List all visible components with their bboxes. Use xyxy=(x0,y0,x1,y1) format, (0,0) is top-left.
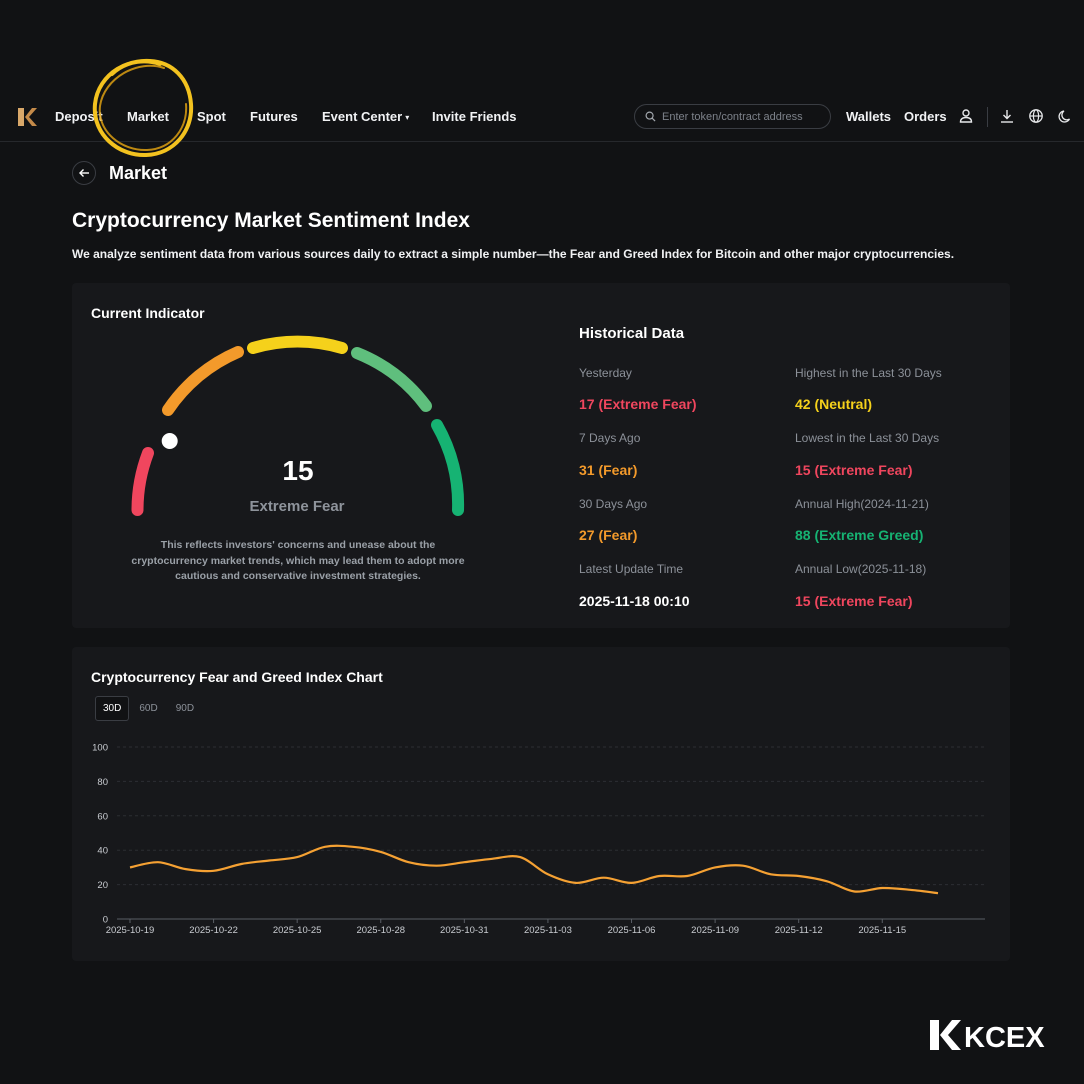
hist-value-yesterday: 17 (Extreme Fear) xyxy=(579,396,697,412)
current-indicator-title: Current Indicator xyxy=(91,305,205,321)
nav-deposit[interactable]: Deposit xyxy=(55,109,103,124)
hist-label-yesterday: Yesterday xyxy=(579,366,632,380)
globe-icon[interactable] xyxy=(1028,108,1044,124)
nav-invite-friends[interactable]: Invite Friends xyxy=(432,109,517,124)
tab-60d[interactable]: 60D xyxy=(131,696,165,721)
brand-text: KCEX xyxy=(964,1022,1045,1054)
search-input[interactable] xyxy=(662,110,822,123)
hist-value-annual-high: 88 (Extreme Greed) xyxy=(795,527,924,543)
x-tick-label: 2025-10-22 xyxy=(189,925,238,936)
page-title: Cryptocurrency Market Sentiment Index xyxy=(72,209,470,232)
gauge-segment-extreme-fear xyxy=(131,447,154,516)
hist-value-30d: 27 (Fear) xyxy=(579,527,638,543)
nav-wallets[interactable]: Wallets xyxy=(846,109,891,124)
x-tick-label: 2025-10-25 xyxy=(273,925,322,936)
nav-spot[interactable]: Spot xyxy=(195,109,226,124)
hist-label-annual-low: Annual Low(2025-11-18) xyxy=(795,562,927,576)
download-icon[interactable] xyxy=(999,108,1015,124)
range-tabs: 30D 60D 90D xyxy=(95,696,202,721)
x-tick-label: 2025-11-12 xyxy=(775,925,823,936)
caret-down-icon: ▾ xyxy=(405,113,410,123)
nav-event-center[interactable]: Event Center ▾ xyxy=(322,109,409,124)
page-description: We analyze sentiment data from various s… xyxy=(72,247,955,261)
hist-label-highest-30d: Highest in the Last 30 Days xyxy=(795,366,942,380)
gauge-label: Extreme Fear xyxy=(249,498,345,515)
hist-label-annual-high: Annual High(2024-11-21) xyxy=(795,497,929,511)
footer-area xyxy=(0,962,1084,1084)
back-button[interactable] xyxy=(72,161,96,185)
nav-divider xyxy=(987,107,988,127)
nav-market[interactable]: Market xyxy=(127,109,169,124)
x-tick-label: 2025-10-28 xyxy=(356,925,405,936)
y-tick-label: 80 xyxy=(97,777,108,788)
arrow-left-icon xyxy=(79,169,89,177)
hist-value-lowest-30d: 15 (Extreme Fear) xyxy=(795,462,913,478)
nav-event-center-label: Event Center xyxy=(322,109,403,124)
x-tick-label: 2025-11-09 xyxy=(691,925,739,936)
y-tick-label: 60 xyxy=(97,811,108,822)
top-navbar: Deposit Market Spot Futures Event Center… xyxy=(0,92,1084,142)
gauge-segment-neutral xyxy=(247,335,348,354)
series-line xyxy=(129,844,939,895)
moon-icon[interactable] xyxy=(1057,108,1073,124)
y-tick-label: 20 xyxy=(97,880,108,891)
x-tick-label: 2025-11-03 xyxy=(524,925,572,936)
x-tick-label: 2025-10-31 xyxy=(440,925,489,936)
y-tick-label: 40 xyxy=(97,846,108,857)
kcex-brand-logo: KCEX xyxy=(930,1020,1045,1054)
historical-data-title: Historical Data xyxy=(579,325,685,342)
tab-30d[interactable]: 30D xyxy=(95,696,130,721)
hist-value-highest-30d: 42 (Neutral) xyxy=(795,396,873,412)
nav-futures[interactable]: Futures xyxy=(250,109,298,124)
chart-title: Cryptocurrency Fear and Greed Index Char… xyxy=(91,669,383,685)
search-icon xyxy=(645,111,656,122)
gauge-value: 15 xyxy=(282,455,314,486)
search-box[interactable] xyxy=(634,104,831,129)
y-tick-label: 0 xyxy=(103,915,108,926)
user-icon[interactable] xyxy=(958,108,974,124)
breadcrumb-title: Market xyxy=(109,163,168,183)
gauge-segment-greed xyxy=(351,347,432,412)
tab-90d[interactable]: 90D xyxy=(168,696,202,721)
hist-value-annual-low: 15 (Extreme Fear) xyxy=(795,593,913,609)
y-tick-label: 100 xyxy=(92,743,108,754)
gauge-description: This reflects investors' concerns and un… xyxy=(131,539,465,582)
hist-label-30d: 30 Days Ago xyxy=(579,497,648,511)
nav-orders[interactable]: Orders xyxy=(904,109,947,124)
hist-label-lowest-30d: Lowest in the Last 30 Days xyxy=(795,431,940,445)
x-tick-label: 2025-11-15 xyxy=(858,925,906,936)
gauge-segment-fear xyxy=(162,346,244,416)
hist-value-7d: 31 (Fear) xyxy=(579,462,638,478)
x-tick-label: 2025-10-19 xyxy=(106,925,155,936)
hist-label-update-time: Latest Update Time xyxy=(579,562,684,576)
kcex-logo-icon[interactable] xyxy=(16,106,38,128)
hist-value-update-time: 2025-11-18 00:10 xyxy=(579,593,690,609)
x-tick-label: 2025-11-06 xyxy=(608,925,656,936)
gauge-indicator-dot xyxy=(159,431,180,451)
hist-label-7d: 7 Days Ago xyxy=(579,431,641,445)
fear-greed-line-chart: 0 20 40 60 80 100 2025-10-19 2025-10-22 2025-10-… xyxy=(92,743,985,936)
gauge-segment-extreme-greed xyxy=(431,419,465,516)
